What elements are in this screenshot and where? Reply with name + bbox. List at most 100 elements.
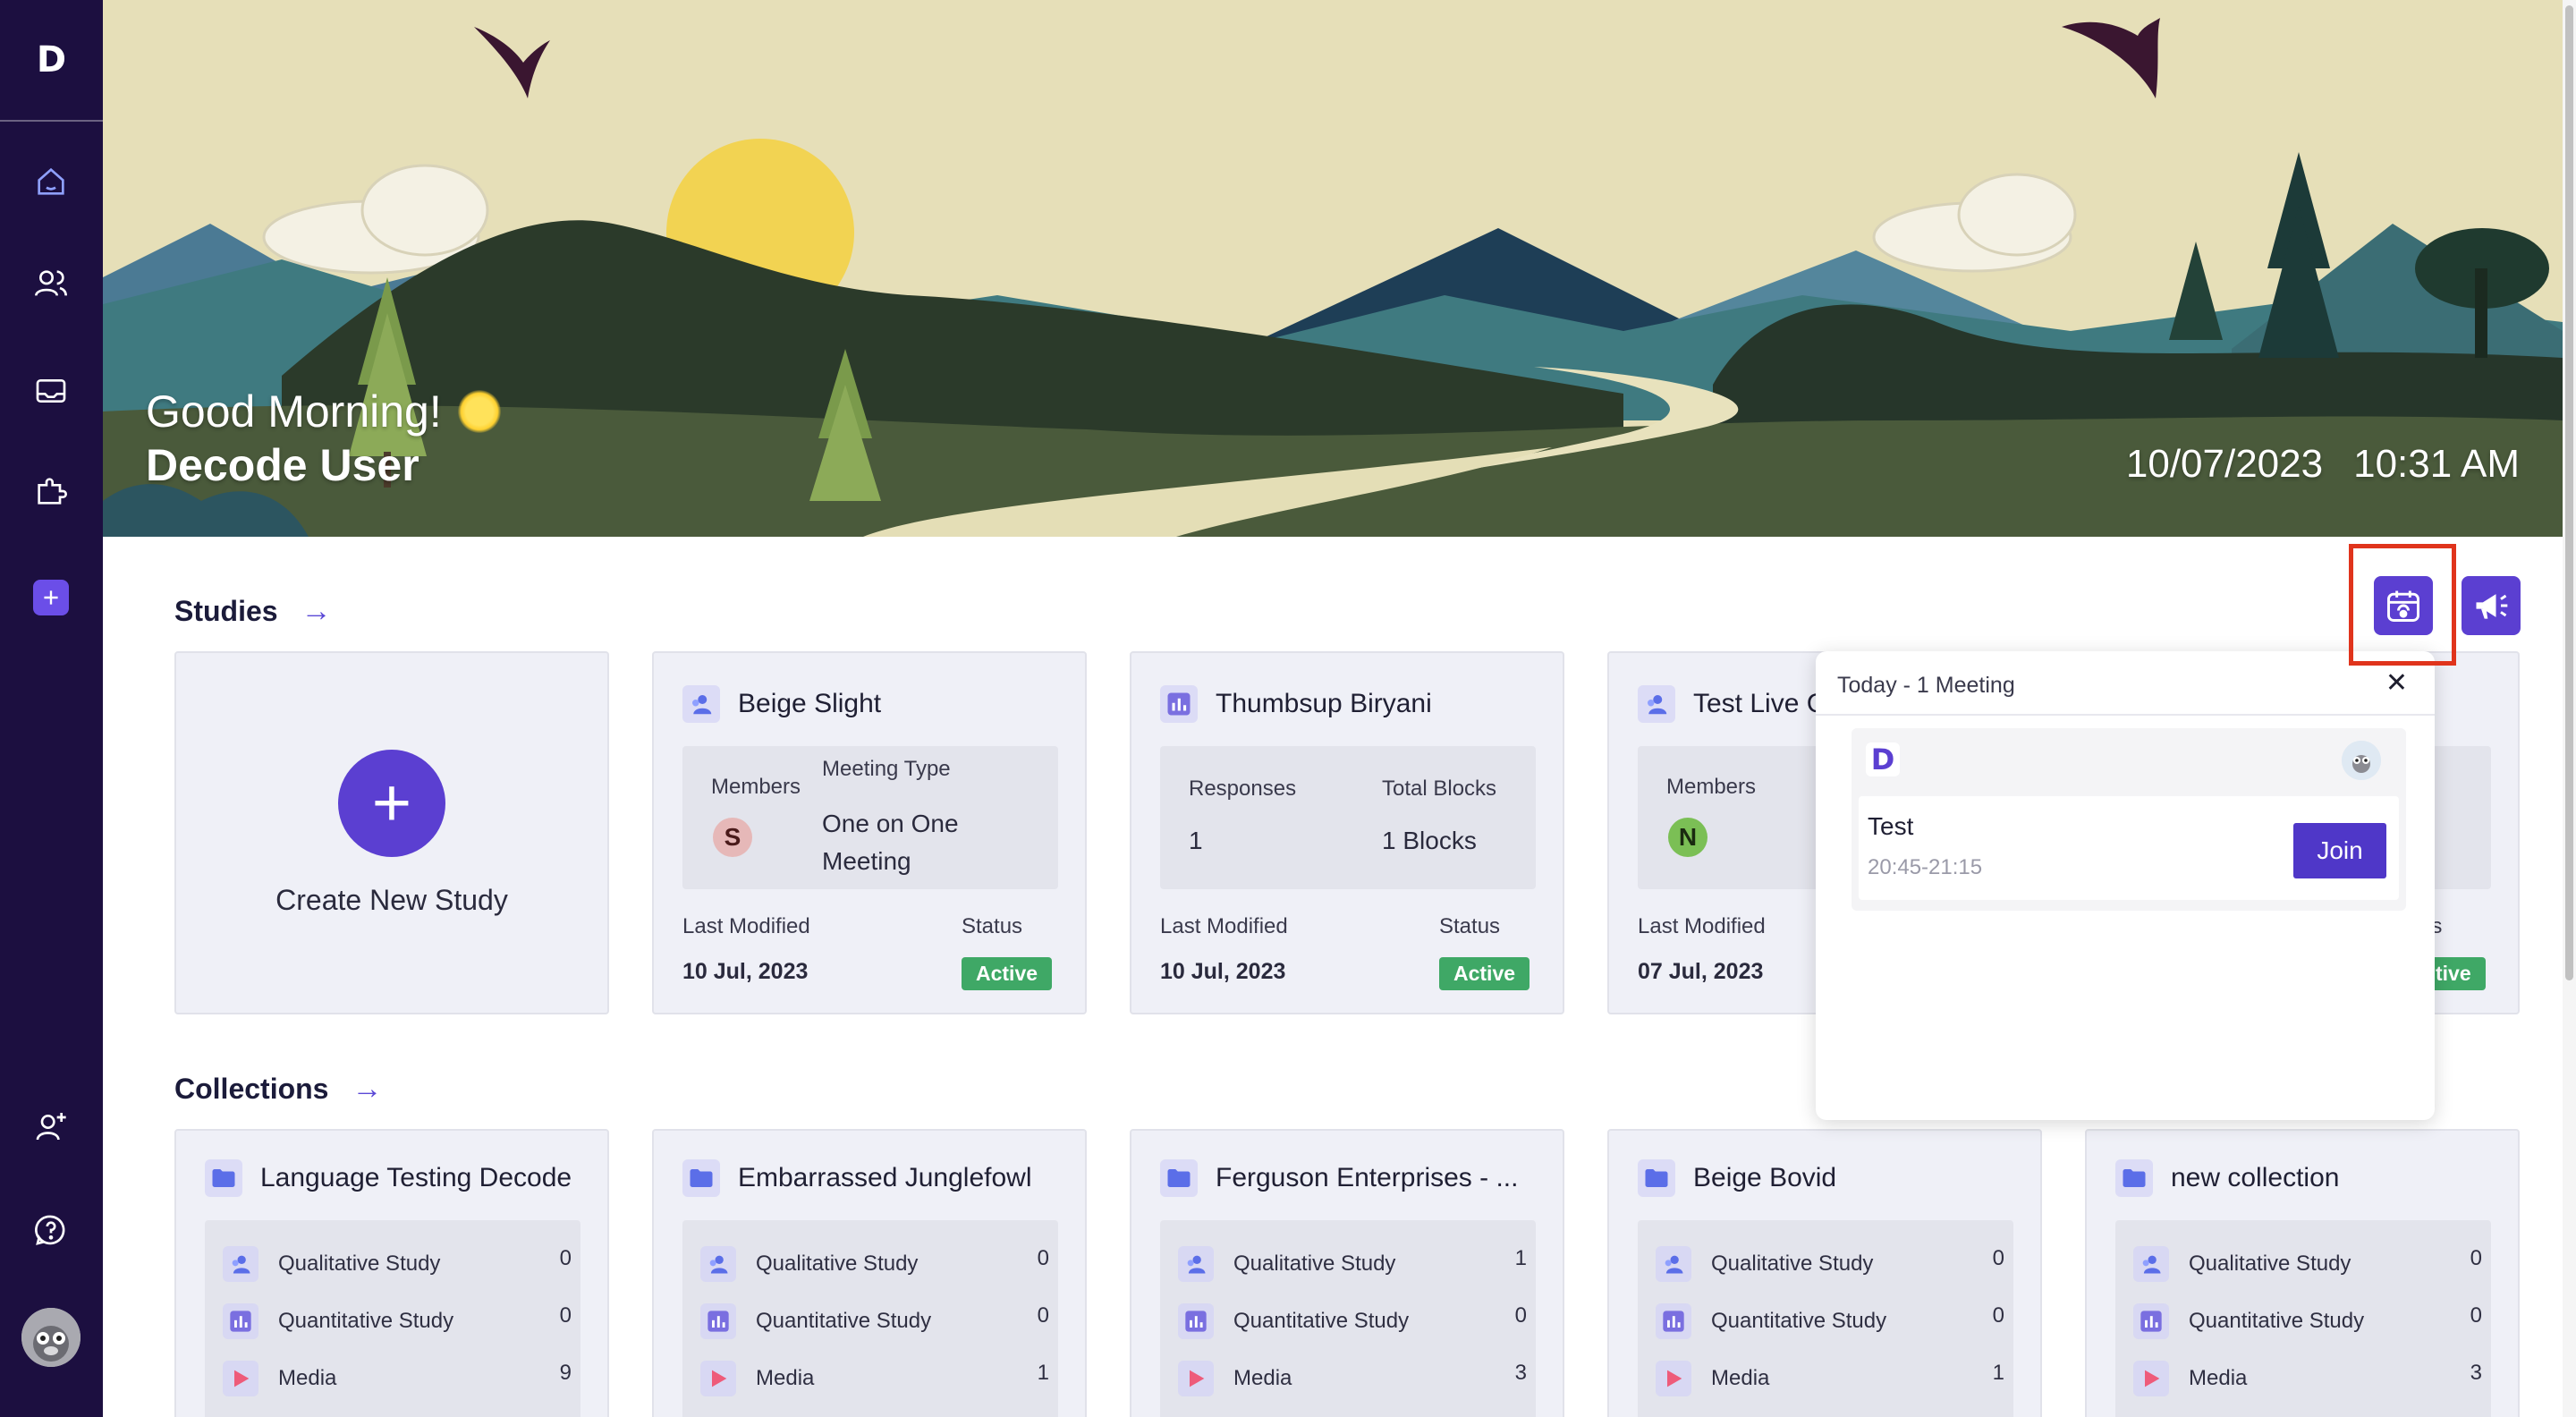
last-modified-label: Last Modified bbox=[1160, 914, 1288, 938]
qualitative-study-icon bbox=[2133, 1246, 2169, 1282]
quantitative-study-icon bbox=[1178, 1303, 1214, 1339]
collection-row: Qualitative Study 0 bbox=[1656, 1242, 2004, 1286]
row-label: Quantitative Study bbox=[1711, 1309, 1887, 1333]
folder-icon bbox=[2115, 1159, 2153, 1197]
last-modified-value: 10 Jul, 2023 bbox=[1160, 959, 1286, 984]
quantitative-study-icon bbox=[1656, 1303, 1691, 1339]
arrow-right-icon[interactable]: → bbox=[352, 1072, 382, 1107]
add-user-icon[interactable] bbox=[29, 1104, 73, 1149]
row-label: Qualitative Study bbox=[1711, 1252, 1874, 1276]
plus-icon[interactable]: + bbox=[338, 749, 445, 857]
folder-icon bbox=[205, 1159, 242, 1197]
row-label: Quantitative Study bbox=[756, 1309, 932, 1333]
add-icon[interactable] bbox=[33, 580, 69, 615]
collection-row: Quantitative Study 0 bbox=[700, 1299, 1049, 1344]
collections-heading[interactable]: Collections → bbox=[174, 1072, 382, 1107]
media-icon bbox=[1178, 1361, 1214, 1396]
row-count: 9 bbox=[559, 1361, 572, 1385]
home-icon[interactable] bbox=[29, 159, 73, 204]
collection-row: Media 9 bbox=[223, 1356, 572, 1401]
greeting: Good Morning! Decode User bbox=[146, 385, 501, 492]
row-count: 0 bbox=[2470, 1303, 2482, 1328]
collection-row: Media 3 bbox=[2133, 1356, 2482, 1401]
status-badge: Active bbox=[1439, 957, 1530, 990]
row-count: 0 bbox=[1037, 1303, 1049, 1328]
meeting-time: 20:45-21:15 bbox=[1868, 855, 1983, 879]
host-avatar bbox=[2342, 741, 2381, 780]
close-icon[interactable]: ✕ bbox=[2385, 667, 2408, 699]
studies-heading[interactable]: Studies → bbox=[174, 594, 332, 629]
collection-row: Quantitative Study 0 bbox=[2133, 1299, 2482, 1344]
highlight-box bbox=[2349, 544, 2456, 666]
row-label: Media bbox=[278, 1366, 337, 1390]
scrollbar-thumb[interactable] bbox=[2565, 5, 2573, 980]
study-card[interactable]: Beige Slight Members S Meeting Type One … bbox=[652, 651, 1087, 1014]
hero-banner: Good Morning! Decode User 10/07/2023 10:… bbox=[103, 0, 2563, 537]
study-card[interactable]: Thumbsup Biryani Responses 1 Total Block… bbox=[1130, 651, 1564, 1014]
last-modified-value: 07 Jul, 2023 bbox=[1638, 959, 1764, 984]
quantitative-study-icon bbox=[2133, 1303, 2169, 1339]
responses-value: 1 bbox=[1189, 827, 1203, 854]
users-icon[interactable] bbox=[29, 261, 73, 306]
collection-row: Media 1 bbox=[700, 1356, 1049, 1401]
inbox-icon[interactable] bbox=[29, 369, 73, 413]
row-count: 0 bbox=[559, 1246, 572, 1270]
row-count: 0 bbox=[1992, 1303, 2004, 1328]
collection-card[interactable]: Ferguson Enterprises - ... Qualitative St… bbox=[1130, 1129, 1564, 1417]
folder-icon bbox=[682, 1159, 720, 1197]
row-count: 1 bbox=[1992, 1361, 2004, 1385]
puzzle-icon[interactable] bbox=[29, 469, 73, 513]
row-label: Qualitative Study bbox=[1233, 1252, 1396, 1276]
collection-row: Qualitative Study 0 bbox=[700, 1242, 1049, 1286]
row-label: Quantitative Study bbox=[278, 1309, 454, 1333]
collection-title: Ferguson Enterprises - ... bbox=[1216, 1163, 1519, 1192]
create-study-card[interactable]: + Create New Study bbox=[174, 651, 609, 1014]
media-icon bbox=[2133, 1361, 2169, 1396]
join-button[interactable]: Join bbox=[2293, 823, 2386, 878]
last-modified-label: Last Modified bbox=[682, 914, 810, 938]
study-details: Responses 1 Total Blocks 1 Blocks bbox=[1160, 746, 1536, 889]
folder-icon bbox=[1160, 1159, 1198, 1197]
app-logo[interactable]: D bbox=[0, 0, 103, 122]
study-title: Beige Slight bbox=[738, 689, 882, 718]
collection-card[interactable]: Language Testing Decode Qualitative Study… bbox=[174, 1129, 609, 1417]
status-label: Status bbox=[962, 914, 1023, 938]
row-label: Media bbox=[2189, 1366, 2248, 1390]
collection-row: Quantitative Study 0 bbox=[1656, 1299, 2004, 1344]
study-title: Test Live C bbox=[1693, 689, 1826, 718]
scrollbar[interactable] bbox=[2563, 0, 2576, 1417]
media-icon bbox=[700, 1361, 736, 1396]
app-logo-icon: D bbox=[1866, 742, 1900, 776]
member-avatar: N bbox=[1668, 818, 1707, 857]
qualitative-study-icon bbox=[682, 685, 720, 723]
help-icon[interactable] bbox=[29, 1208, 73, 1252]
row-label: Quantitative Study bbox=[2189, 1309, 2365, 1333]
quantitative-study-icon bbox=[1160, 685, 1198, 723]
collection-details: Qualitative Study 0 Quantitative Study 0 Med… bbox=[2115, 1220, 2491, 1417]
avatar[interactable] bbox=[21, 1308, 80, 1367]
collection-card[interactable]: new collection Qualitative Study 0 Quantita… bbox=[2085, 1129, 2520, 1417]
arrow-right-icon[interactable]: → bbox=[301, 594, 332, 629]
collection-row: Media 1 bbox=[1656, 1356, 2004, 1401]
quantitative-study-icon bbox=[700, 1303, 736, 1339]
collection-row: Media 3 bbox=[1178, 1356, 1527, 1401]
qualitative-study-icon bbox=[1178, 1246, 1214, 1282]
collection-details: Qualitative Study 0 Quantitative Study 0 Med… bbox=[682, 1220, 1058, 1417]
announcements-button[interactable] bbox=[2462, 576, 2521, 635]
meeting-item[interactable]: D Test 20:45-21:15 Join bbox=[1852, 728, 2406, 911]
megaphone-icon bbox=[2476, 594, 2508, 619]
collection-title: Embarrassed Junglefowl bbox=[738, 1163, 1032, 1192]
total-blocks-value: 1 Blocks bbox=[1382, 827, 1477, 854]
row-label: Quantitative Study bbox=[1233, 1309, 1410, 1333]
divider bbox=[1816, 714, 2435, 716]
row-label: Media bbox=[1711, 1366, 1770, 1390]
last-modified-value: 10 Jul, 2023 bbox=[682, 959, 809, 984]
responses-label: Responses bbox=[1189, 776, 1297, 801]
collection-card[interactable]: Beige Bovid Qualitative Study 0 Quantitativ… bbox=[1607, 1129, 2042, 1417]
row-count: 0 bbox=[2470, 1246, 2482, 1270]
qualitative-study-icon bbox=[1656, 1246, 1691, 1282]
status-badge: Active bbox=[962, 957, 1053, 990]
meeting-type-label: Meeting Type bbox=[822, 757, 951, 781]
collection-card[interactable]: Embarrassed Junglefowl Qualitative Study 0… bbox=[652, 1129, 1087, 1417]
meeting-name: Test bbox=[1868, 812, 1914, 840]
